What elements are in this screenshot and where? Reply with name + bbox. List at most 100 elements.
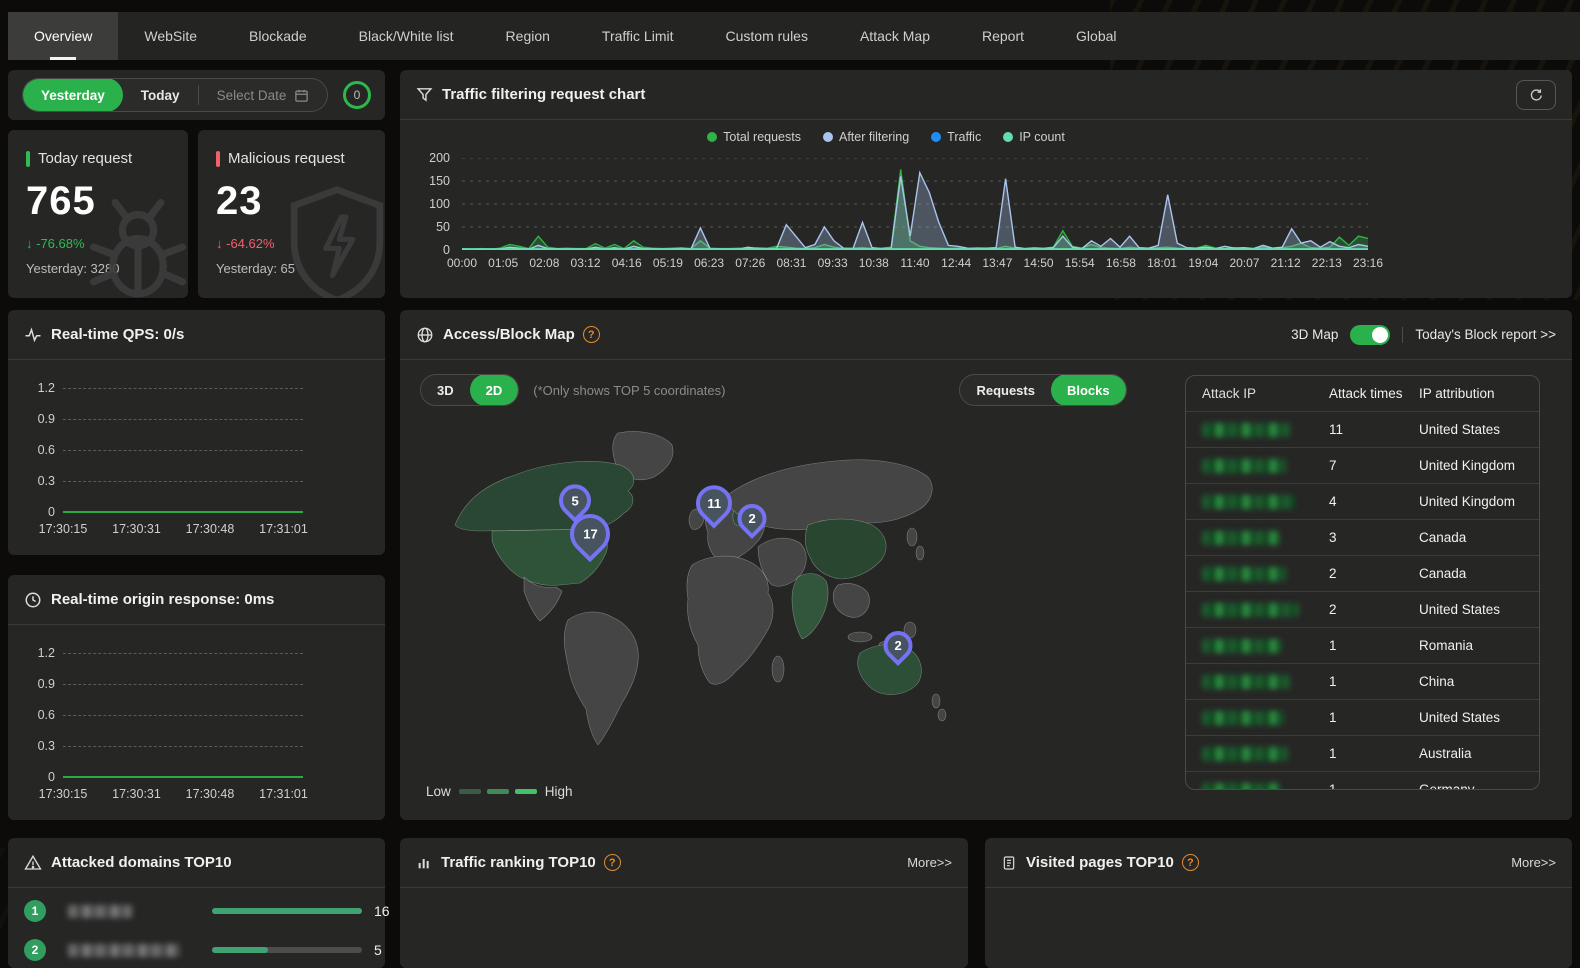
blocks-button[interactable]: Blocks: [1051, 374, 1126, 406]
attack-times-cell: 1: [1329, 674, 1419, 689]
table-row: 3Canada: [1186, 520, 1539, 556]
nav-tab-label: Custom rules: [726, 28, 808, 44]
map-pin-body: 11: [688, 478, 739, 529]
nav-tab-label: Global: [1076, 28, 1116, 44]
3d-map-toggle[interactable]: [1350, 325, 1390, 345]
traffic-x-tick: 11:40: [900, 256, 929, 270]
nav-tab-overview[interactable]: Overview: [8, 12, 118, 60]
progress-track: [212, 947, 362, 953]
legend-label: IP count: [1019, 130, 1065, 144]
x-tick: 17:30:31: [112, 522, 161, 536]
map-pin[interactable]: 17: [570, 514, 610, 554]
origin-chart: 1.20.90.60.30 17:30:1517:30:3117:30:4817…: [8, 625, 385, 820]
select-date-button[interactable]: Select Date: [199, 78, 328, 112]
help-icon[interactable]: ?: [1182, 854, 1199, 871]
redacted-ip: [1202, 675, 1290, 689]
nav-tab-custom-rules[interactable]: Custom rules: [700, 12, 834, 60]
traffic-x-tick: 02:08: [529, 256, 559, 270]
visited-pages-card: Visited pages TOP10 ? More>>: [985, 838, 1572, 968]
nav-tab-traffic-limit[interactable]: Traffic Limit: [576, 12, 700, 60]
traffic-x-tick: 00:00: [447, 256, 477, 270]
traffic-x-tick: 20:07: [1229, 256, 1259, 270]
help-icon[interactable]: ?: [583, 326, 600, 343]
refresh-icon: [1528, 87, 1544, 103]
attack-times-cell: 3: [1329, 530, 1419, 545]
redacted-ip: [1202, 459, 1286, 473]
funnel-icon: [416, 86, 433, 103]
redacted-ip: [1202, 747, 1288, 761]
map-title: Access/Block Map: [443, 326, 575, 343]
legend-dash: [487, 789, 509, 794]
qps-title: Real-time QPS: 0/s: [51, 326, 184, 343]
today-button[interactable]: Today: [123, 78, 198, 112]
map-pin-value: 5: [572, 493, 579, 508]
legend-dot-icon: [823, 132, 833, 142]
requests-button[interactable]: Requests: [960, 374, 1051, 406]
traffic-x-tick: 09:33: [818, 256, 848, 270]
map-note: (*Only shows TOP 5 coordinates): [533, 383, 725, 398]
gridline: [63, 715, 303, 716]
mode-2d-button[interactable]: 2D: [470, 374, 519, 406]
map-pin-body: 2: [732, 498, 773, 539]
col-attack-ip: Attack IP: [1202, 386, 1329, 401]
traffic-x-tick: 22:13: [1312, 256, 1342, 270]
today-request-card: Today request 765 ↓ -76.68% Yesterday: 3…: [8, 130, 188, 298]
divider: [1402, 327, 1403, 343]
x-tick: 17:30:48: [186, 522, 235, 536]
gridline: [63, 481, 303, 482]
legend-item-traffic[interactable]: Traffic: [931, 130, 981, 144]
block-report-link[interactable]: Today's Block report >>: [1415, 327, 1556, 342]
progress-track: [212, 908, 362, 914]
world-map[interactable]: 5171122: [440, 425, 1020, 770]
nav-tab-region[interactable]: Region: [480, 12, 576, 60]
table-row: 1United States: [1186, 700, 1539, 736]
nav-tab-report[interactable]: Report: [956, 12, 1050, 60]
y-tick: 0: [21, 505, 55, 519]
legend-dot-icon: [931, 132, 941, 142]
map-pin[interactable]: 2: [738, 504, 767, 533]
3d-map-label: 3D Map: [1291, 327, 1338, 342]
domain-row: 116: [24, 895, 369, 927]
x-tick: 17:31:01: [259, 522, 308, 536]
yesterday-button[interactable]: Yesterday: [23, 78, 123, 112]
realtime-qps-card: Real-time QPS: 0/s 1.20.90.60.30 17:30:1…: [8, 310, 385, 555]
refresh-countdown: 0: [343, 81, 371, 109]
y-tick: 1.2: [21, 646, 55, 660]
y-tick: 0.6: [21, 708, 55, 722]
map-pin-body: 2: [878, 625, 919, 666]
nav-tab-label: Traffic Limit: [602, 28, 674, 44]
legend-label: After filtering: [839, 130, 909, 144]
mode-3d-button[interactable]: 3D: [421, 374, 470, 406]
map-pin-value: 2: [895, 638, 902, 653]
nav-tab-attack-map[interactable]: Attack Map: [834, 12, 956, 60]
redacted-ip: [1202, 423, 1290, 437]
map-pin[interactable]: 11: [696, 485, 732, 521]
gridline: [63, 450, 303, 451]
nav-tab-black-white-list[interactable]: Black/White list: [333, 12, 480, 60]
map-pin[interactable]: 2: [884, 631, 913, 660]
attack-ip-cell: [1202, 567, 1329, 581]
help-icon[interactable]: ?: [604, 854, 621, 871]
nav-tab-global[interactable]: Global: [1050, 12, 1142, 60]
legend-low-label: Low: [426, 784, 451, 799]
nav-tab-blockade[interactable]: Blockade: [223, 12, 333, 60]
map-mode-group: 3D 2D: [420, 374, 519, 406]
map-pin[interactable]: 5: [559, 484, 591, 516]
nav-tab-website[interactable]: WebSite: [118, 12, 223, 60]
ranking-more-link[interactable]: More>>: [907, 855, 952, 870]
visited-more-link[interactable]: More>>: [1511, 855, 1556, 870]
bug-icon: [78, 187, 188, 298]
legend-item-after-filtering[interactable]: After filtering: [823, 130, 909, 144]
traffic-plot: [462, 158, 1368, 250]
attack-ip-cell: [1202, 711, 1329, 725]
calendar-icon: [294, 88, 309, 103]
attack-ip-cell: [1202, 783, 1329, 791]
stat-label: Today request: [38, 150, 132, 167]
legend-item-total-requests[interactable]: Total requests: [707, 130, 801, 144]
domain-attack-count: 16: [374, 903, 390, 919]
redacted-domain: [68, 905, 132, 918]
legend-dot-icon: [1003, 132, 1013, 142]
legend-item-ip-count[interactable]: IP count: [1003, 130, 1065, 144]
traffic-x-tick: 19:04: [1188, 256, 1218, 270]
refresh-button[interactable]: [1516, 80, 1556, 110]
